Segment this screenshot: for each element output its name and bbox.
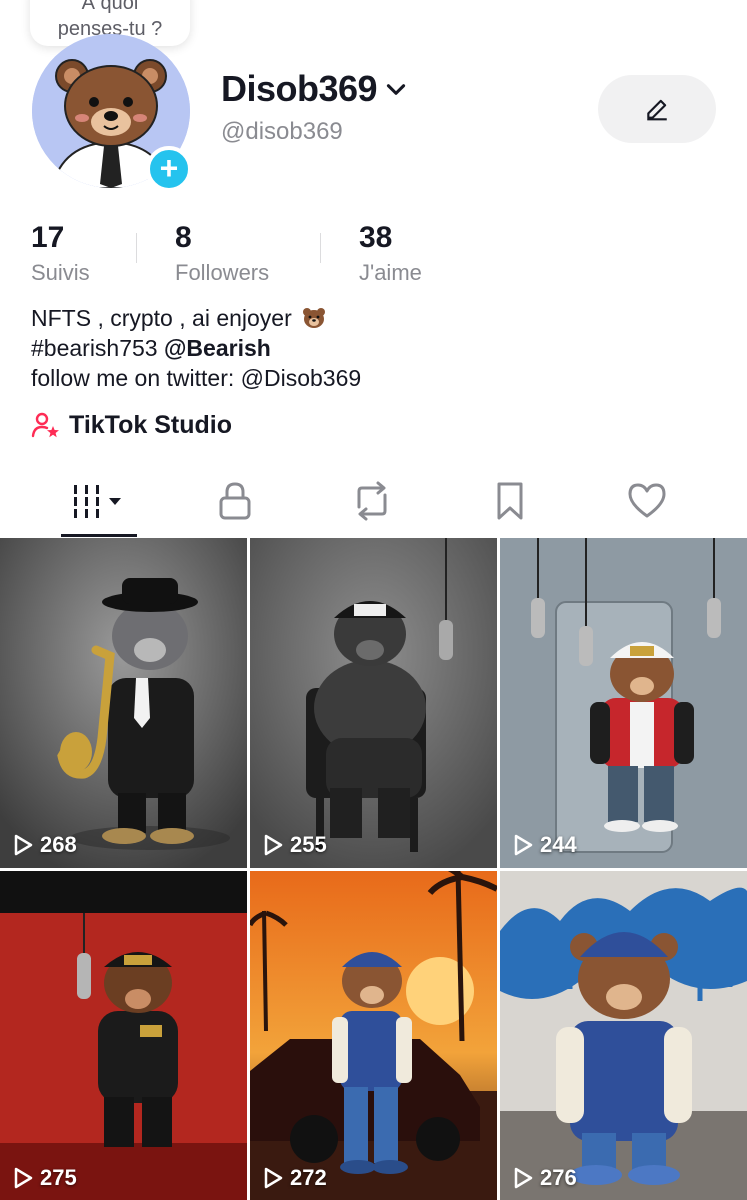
add-story-button[interactable]: + [146,146,192,192]
tab-private[interactable] [185,470,285,532]
tab-videos[interactable] [49,470,149,532]
stat-following-value: 17 [31,221,65,254]
play-icon [14,1167,33,1189]
bookmark-icon [497,482,523,520]
videos-grid-icon [74,485,121,518]
stat-followers-value: 8 [175,221,192,254]
video-thumbnail[interactable]: 272 [250,871,497,1200]
view-count: 276 [512,1165,577,1191]
heart-icon [628,483,666,518]
play-icon [264,1167,283,1189]
video-thumbnail[interactable]: 244 [500,538,747,868]
view-count-value: 275 [40,1165,77,1190]
view-count-value: 268 [40,832,77,857]
stat-likes-label: J'aime [359,260,422,285]
bio-line-2: #bearish753 @Bearish [31,333,361,363]
view-count: 255 [262,832,327,858]
view-count-value: 276 [540,1165,577,1190]
username: Disob369 [221,68,378,109]
view-count: 268 [12,832,77,858]
repost-icon [357,481,387,521]
video-thumbnail-image [500,538,747,868]
creator-star-icon [31,412,59,438]
stat-following-label: Suivis [31,260,90,285]
tiktok-studio-link[interactable]: TikTok Studio [31,410,232,440]
video-thumbnail-image [0,538,247,868]
tiktok-studio-label: TikTok Studio [69,410,232,439]
video-thumbnail[interactable]: 255 [250,538,497,868]
active-tab-indicator [61,534,137,537]
play-icon [514,1167,533,1189]
edit-profile-button[interactable] [598,75,716,143]
pencil-icon [647,99,667,121]
video-thumbnail[interactable]: 268 [0,538,247,868]
view-count-value: 272 [290,1165,327,1190]
stat-divider [320,233,321,263]
video-thumbnail-image [250,871,497,1200]
video-thumbnail-image [250,538,497,868]
bio-hashtag[interactable]: #bearish753 [31,335,158,361]
video-thumbnail[interactable]: 276 [500,871,747,1200]
stat-likes[interactable]: 38 J'aime [359,220,422,286]
bio-line-3: follow me on twitter: @Disob369 [31,365,362,391]
status-bubble-line1: À quoi [81,0,139,14]
tab-reposts[interactable] [322,470,422,532]
stat-likes-value: 38 [359,221,393,254]
bio-line-1: NFTS , crypto , ai enjoyer [31,303,361,333]
user-handle: @disob369 [221,118,343,145]
profile-tabs [0,470,747,538]
video-thumbnail-image [500,871,747,1200]
profile-bio: NFTS , crypto , ai enjoyer #bearish753 @… [31,303,361,393]
stat-followers-label: Followers [175,260,270,285]
play-icon [264,834,283,856]
stat-divider [136,233,137,263]
tab-liked[interactable] [597,470,697,532]
bear-emoji-icon [303,308,326,328]
bio-mention[interactable]: @Bearish [164,335,271,361]
chevron-down-icon [386,84,406,95]
view-count-value: 255 [290,832,327,857]
username-switcher[interactable]: Disob369 [221,68,409,110]
stat-followers[interactable]: 8 Followers [175,220,269,286]
video-thumbnail-image [0,871,247,1200]
view-count: 272 [262,1165,327,1191]
stat-following[interactable]: 17 Suivis [31,220,90,286]
play-icon [514,834,533,856]
lock-icon [219,482,251,520]
play-icon [14,834,33,856]
bio-text: NFTS , crypto , ai enjoyer [31,305,292,331]
view-count-value: 244 [540,832,577,857]
tab-favorites[interactable] [460,470,560,532]
video-thumbnail[interactable]: 275 [0,871,247,1200]
view-count: 275 [12,1165,77,1191]
view-count: 244 [512,832,577,858]
